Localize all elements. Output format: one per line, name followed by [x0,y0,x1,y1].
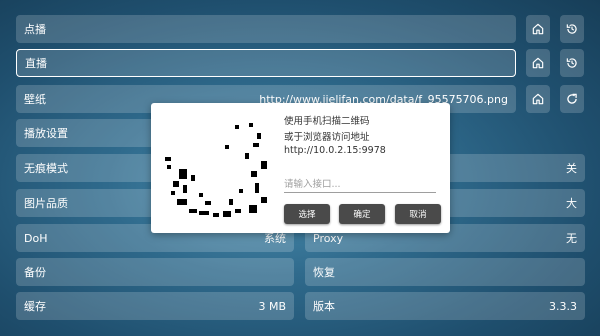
confirm-button[interactable]: 确定 [339,204,385,224]
qr-code [165,123,267,217]
setting-cache-label: 缓存 [24,300,46,313]
setting-proxy-label: Proxy [313,231,344,245]
dialog-instruction-line1: 使用手机扫描二维码 [284,116,370,127]
dialog-instruction-line2: 或于浏览器访问地址 [284,132,370,143]
setting-image-quality-value: 大 [566,197,577,210]
setting-image-quality-label: 图片品质 [24,197,68,210]
vod-home-button[interactable] [526,15,550,43]
vod-history-button[interactable] [560,15,584,43]
live-history-button[interactable] [560,49,584,77]
setting-cache[interactable]: 缓存 3 MB [16,292,294,320]
setting-live[interactable]: 直播 [16,49,516,77]
setting-cache-value: 3 MB [258,299,286,313]
setting-proxy-value: 无 [566,232,577,245]
setting-backup-label: 备份 [24,266,46,279]
home-icon [532,57,544,69]
wallpaper-home-button[interactable] [526,85,550,113]
setting-doh-label: DoH [24,231,48,245]
setting-playback-label: 播放设置 [24,127,68,140]
url-input[interactable] [284,176,436,193]
setting-version[interactable]: 版本 3.3.3 [305,292,585,320]
setting-version-value: 3.3.3 [549,299,577,313]
setting-vod[interactable]: 点播 [16,15,516,43]
choose-button[interactable]: 选择 [284,204,330,224]
setting-restore[interactable]: 恢复 [305,258,585,286]
setting-incognito-value: 关 [566,162,577,175]
setting-live-label: 直播 [25,57,47,70]
home-icon [532,93,544,105]
refresh-icon [567,93,577,104]
home-icon [532,23,544,35]
setting-restore-label: 恢复 [313,266,335,279]
setting-version-label: 版本 [313,300,335,313]
dialog-address: http://10.0.2.15:9978 [284,145,386,156]
setting-incognito-label: 无痕模式 [24,162,68,175]
wallpaper-refresh-button[interactable] [560,85,584,113]
setting-backup[interactable]: 备份 [16,258,294,286]
live-home-button[interactable] [526,49,550,77]
history-icon [566,58,577,68]
setting-wallpaper-label: 壁纸 [24,93,46,106]
setting-vod-label: 点播 [24,23,46,36]
history-icon [566,24,577,34]
cancel-button[interactable]: 取消 [395,204,441,224]
live-url-dialog: 使用手机扫描二维码 或于浏览器访问地址 http://10.0.2.15:997… [151,103,450,233]
